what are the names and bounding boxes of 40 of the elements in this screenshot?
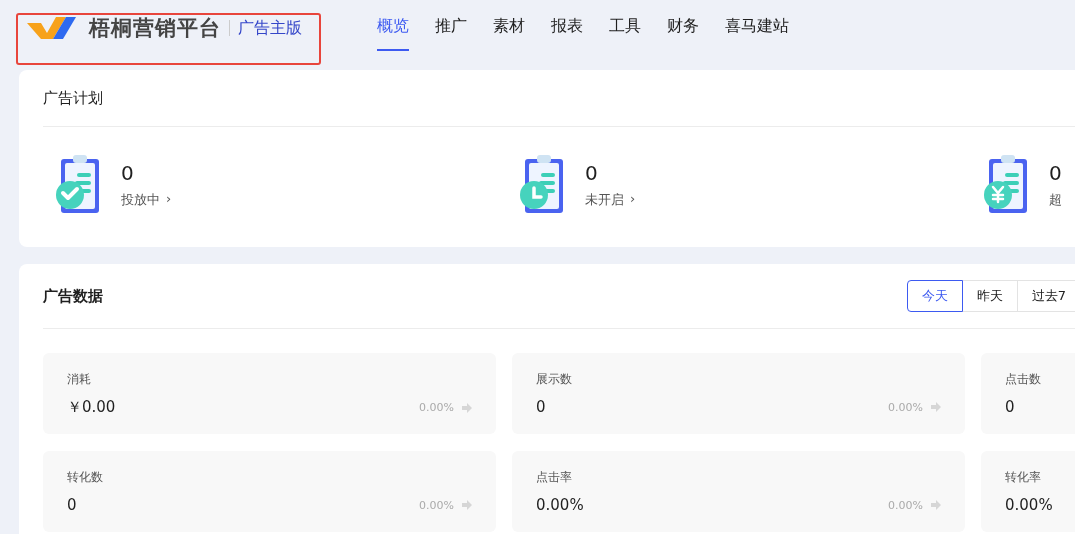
nav-tab[interactable]: 素材	[493, 16, 525, 51]
stat-value: 0	[585, 161, 599, 185]
date-range-tab[interactable]: 过去7	[1016, 280, 1075, 312]
metric-label: 转化数	[67, 470, 103, 484]
arrow-right-icon	[931, 500, 941, 510]
stat-value: 0	[121, 161, 135, 185]
date-range-tab[interactable]: 昨天	[961, 280, 1018, 312]
stat-link[interactable]: 超	[1049, 191, 1062, 209]
metric-label: 消耗	[67, 372, 91, 386]
stat-link[interactable]: 未开启 ›	[585, 191, 636, 209]
nav-tab[interactable]: 概览	[377, 16, 409, 51]
metric-value: 0.00%	[536, 496, 584, 514]
metric-label: 展示数	[536, 372, 572, 386]
metric-value: ￥0.00	[67, 398, 116, 417]
arrow-right-icon	[931, 402, 941, 412]
nav-tab[interactable]: 报表	[551, 16, 583, 51]
metric-change: 0.00%	[419, 401, 454, 414]
stat-value: 0	[1049, 161, 1062, 185]
metric-value: 0	[67, 496, 77, 514]
date-range-tab[interactable]: 今天	[906, 280, 963, 312]
section-title: 广告计划	[43, 88, 103, 108]
metric-change: 0.00%	[419, 498, 454, 512]
metric-change: 0.00%	[888, 498, 923, 512]
section-title: 广告数据	[43, 286, 103, 306]
metric-label: 转化率	[1005, 470, 1041, 484]
nav-tab[interactable]: 财务	[667, 16, 699, 51]
logo-text: 梧桐营销平台	[89, 15, 221, 42]
nav-tab[interactable]: 喜马建站	[725, 16, 789, 51]
edition-label: 广告主版	[238, 17, 302, 39]
metric-value: 0.00%	[1005, 496, 1053, 514]
nav-tab[interactable]: 推广	[435, 16, 467, 51]
metric-label: 点击率	[536, 470, 572, 484]
metric-change: 0.00%	[888, 400, 923, 414]
stat-link[interactable]: 投放中 ›	[121, 191, 172, 209]
arrow-right-icon	[462, 402, 472, 413]
nav-tab[interactable]: 工具	[609, 16, 641, 51]
metric-label: 点击数	[1005, 372, 1041, 386]
metric-value: 0	[1005, 398, 1015, 416]
arrow-right-icon	[462, 500, 472, 510]
metric-value: 0	[536, 398, 546, 416]
